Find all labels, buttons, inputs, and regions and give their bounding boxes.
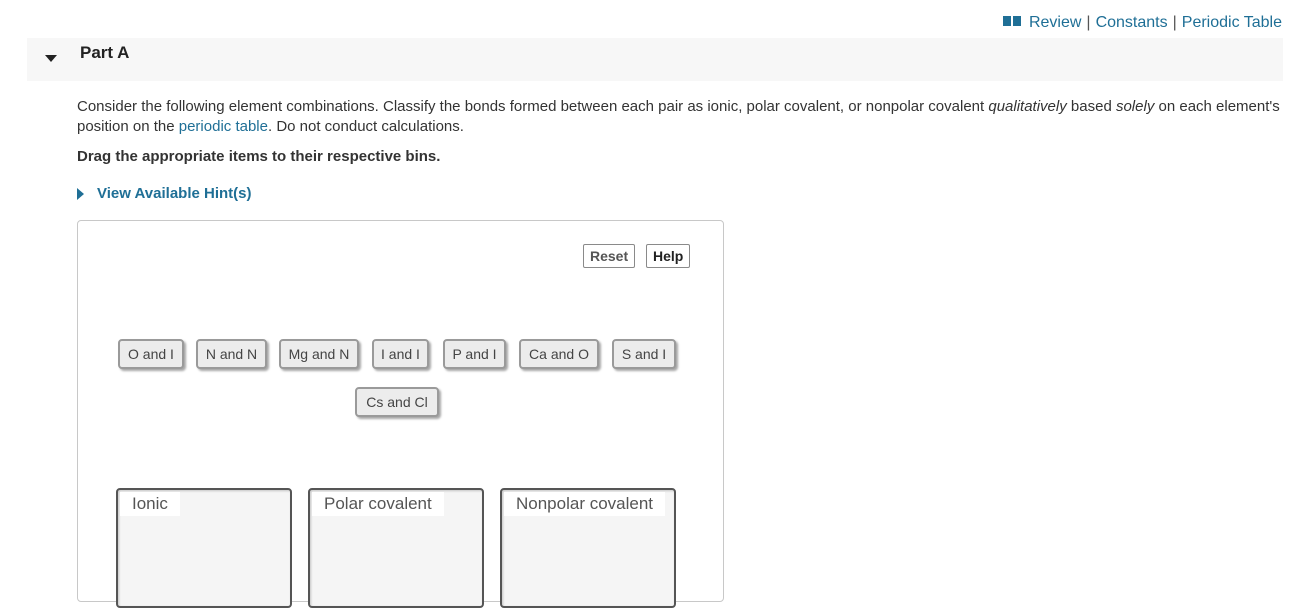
drag-drop-area: Reset Help O and I N and N Mg and N I an… — [77, 220, 724, 608]
bin-label: Ionic — [120, 492, 180, 516]
resource-links: Review | Constants | Periodic Table — [1002, 14, 1282, 32]
bin-ionic[interactable]: Ionic — [116, 488, 292, 608]
view-hints-label: View Available Hint(s) — [97, 185, 252, 202]
drag-item-o-and-i[interactable]: O and I — [118, 339, 184, 369]
drag-item-mg-and-n[interactable]: Mg and N — [279, 339, 359, 369]
view-hints-toggle[interactable]: View Available Hint(s) — [77, 185, 252, 202]
drag-item-cs-and-cl[interactable]: Cs and Cl — [355, 387, 439, 417]
periodic-table-inline-link[interactable]: periodic table — [179, 118, 268, 135]
part-header[interactable]: Part A — [27, 38, 1283, 81]
caret-down-icon[interactable] — [45, 55, 57, 62]
bin-label: Polar covalent — [312, 492, 444, 516]
bin-label: Nonpolar covalent — [504, 492, 666, 516]
reset-button[interactable]: Reset — [583, 244, 635, 268]
drag-item-p-and-i[interactable]: P and I — [443, 339, 506, 369]
link-separator: | — [1172, 14, 1177, 31]
instruction-text: Drag the appropriate items to their resp… — [77, 148, 441, 165]
caret-right-icon — [77, 187, 84, 200]
constants-link[interactable]: Constants — [1096, 14, 1168, 32]
part-title: Part A — [80, 43, 130, 62]
periodic-table-link[interactable]: Periodic Table — [1182, 14, 1282, 32]
drag-item-s-and-i[interactable]: S and I — [612, 339, 676, 369]
bin-polar-covalent[interactable]: Polar covalent — [308, 488, 484, 608]
link-separator: | — [1086, 14, 1091, 31]
drag-item-n-and-n[interactable]: N and N — [196, 339, 267, 369]
bin-nonpolar-covalent[interactable]: Nonpolar covalent — [500, 488, 676, 608]
book-icon — [1002, 14, 1021, 32]
question-text: Consider the following element combinati… — [77, 98, 1280, 135]
drag-item-i-and-i[interactable]: I and I — [372, 339, 429, 369]
help-button[interactable]: Help — [646, 244, 690, 268]
drag-item-ca-and-o[interactable]: Ca and O — [519, 339, 599, 369]
review-link[interactable]: Review — [1029, 14, 1081, 32]
